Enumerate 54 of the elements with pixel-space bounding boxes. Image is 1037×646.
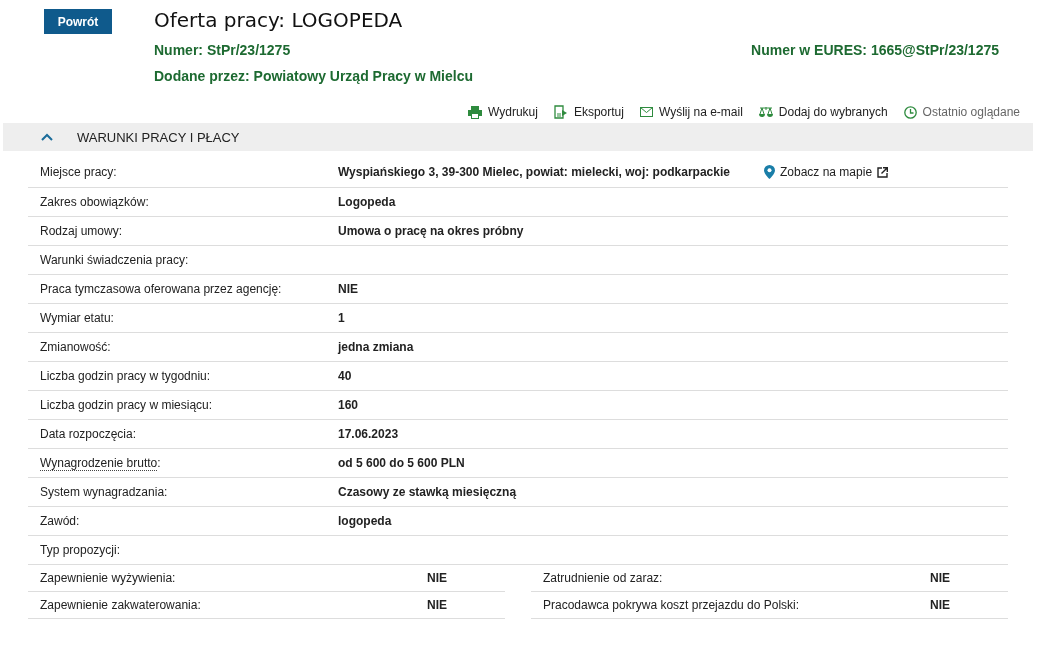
field-label: Miejsce pracy: xyxy=(40,165,117,179)
field-value: Wyspiańskiego 3, 39-300 Mielec, powiat: mielecki, woj: podkarpackie xyxy=(338,165,731,179)
field-value: NIE xyxy=(427,598,447,612)
section-title: WARUNKI PRACY I PŁACY xyxy=(77,129,240,145)
document-export-icon xyxy=(553,105,568,119)
field-label: Zakres obowiązków: xyxy=(40,195,149,209)
field-label: Rodzaj umowy: xyxy=(40,224,123,238)
field-value: jedna zmiana xyxy=(338,340,415,354)
map-link[interactable]: Zobacz na mapie xyxy=(764,165,889,179)
field-label: Zatrudnienie od zaraz: xyxy=(543,571,663,585)
field-value: Logopeda xyxy=(338,195,397,209)
field-label: Data rozpoczęcia: xyxy=(40,427,137,441)
back-button[interactable]: Powrót xyxy=(44,9,112,34)
scales-icon xyxy=(758,106,773,118)
field-label: Wymiar etatu: xyxy=(40,311,114,325)
action-link[interactable]: Wyślij na e-mail xyxy=(639,101,743,123)
field-label: Zmianowość: xyxy=(40,340,111,354)
field-label: Warunki świadczenia pracy: xyxy=(40,253,189,267)
field-label: Liczba godzin pracy w tygodniu: xyxy=(40,369,211,383)
action-link[interactable]: Dodaj do wybranych xyxy=(758,101,888,123)
field-label: Liczba godzin pracy w miesiącu: xyxy=(40,398,213,412)
field-value: 17.06.2023 xyxy=(338,427,400,441)
field-label: Zapewnienie zakwaterowania: xyxy=(40,598,201,612)
section-header[interactable]: WARUNKI PRACY I PŁACY xyxy=(3,123,1033,151)
field-value: logopeda xyxy=(338,514,393,528)
field-value: NIE xyxy=(338,282,359,296)
field-value: 1 xyxy=(338,311,346,325)
field-value: 40 xyxy=(338,369,353,383)
field-value: NIE xyxy=(930,571,950,585)
field-value: NIE xyxy=(427,571,447,585)
envelope-icon xyxy=(639,107,653,117)
field-label: Praca tymczasowa oferowana przez agencję: xyxy=(40,282,282,296)
printer-icon xyxy=(468,105,482,119)
field-value: Czasowy ze stawką miesięczną xyxy=(338,485,518,499)
clock-icon xyxy=(903,105,917,119)
field-value: 160 xyxy=(338,398,360,412)
field-label: System wynagradzania: xyxy=(40,485,168,499)
action-link[interactable]: Eksportuj xyxy=(553,101,624,123)
field-value: od 5 600 do 5 600 PLN xyxy=(338,456,466,470)
action-link[interactable]: Ostatnio oglądane xyxy=(903,101,1020,123)
field-label: Zapewnienie wyżywienia: xyxy=(40,571,176,585)
field-label: Zawód: xyxy=(40,514,80,528)
field-label: Pracodawca pokrywa koszt przejazdu do Polski: xyxy=(543,598,800,612)
page-title: Oferta pracy: LOGOPEDA xyxy=(154,9,404,31)
eures-number: Numer w EURES: 1665@StPr/23/1275 xyxy=(751,41,999,59)
map-pin-icon xyxy=(764,165,775,179)
field-value: Umowa o pracę na okres próbny xyxy=(338,224,525,238)
field-value: NIE xyxy=(930,598,950,612)
external-link-icon xyxy=(877,166,889,178)
offer-number: Numer: StPr/23/1275 xyxy=(154,41,291,59)
field-label: Typ propozycji: xyxy=(40,543,121,557)
action-link[interactable]: Wydrukuj xyxy=(468,101,538,123)
label-colon: : xyxy=(157,455,161,471)
added-by: Dodane przez: Powiatowy Urząd Pracy w Mielcu xyxy=(154,67,474,85)
